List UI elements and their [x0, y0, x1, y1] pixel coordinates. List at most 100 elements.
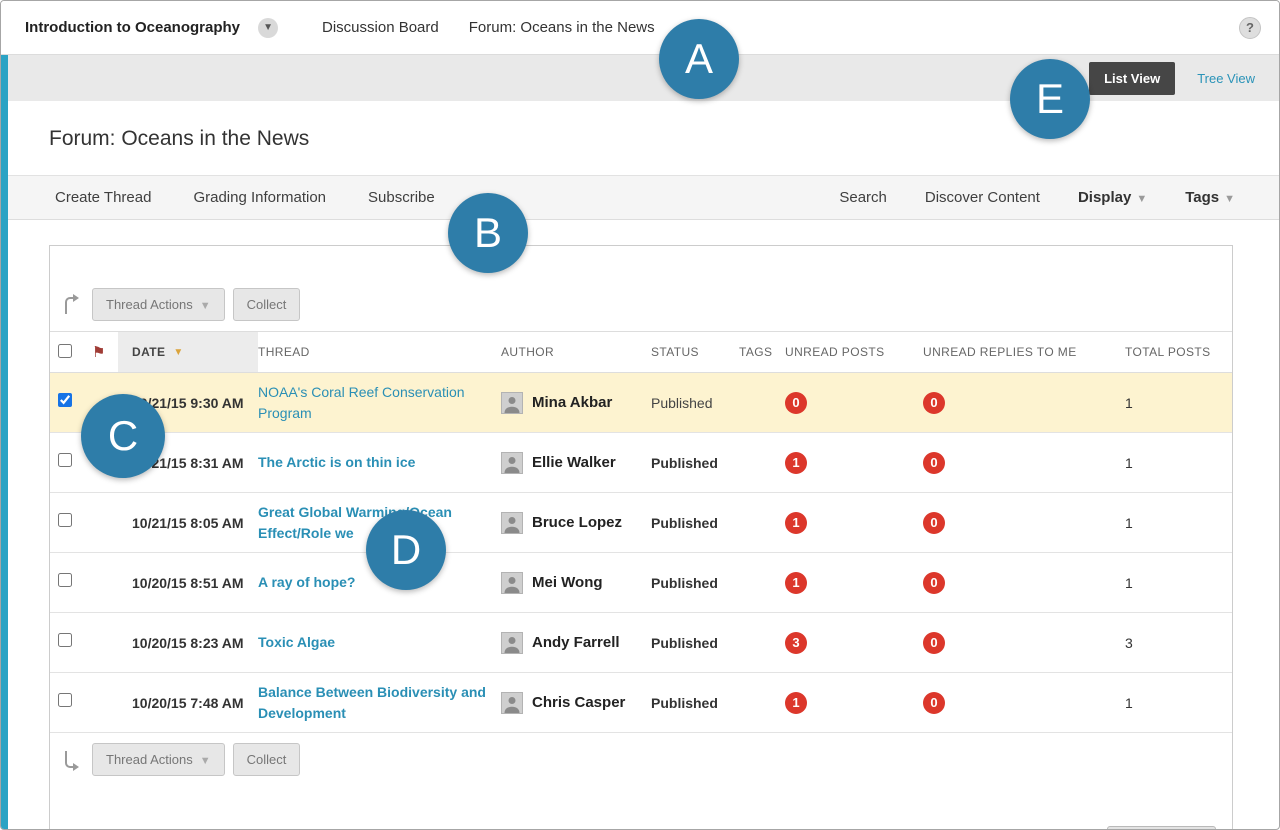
unread-replies-badge[interactable]: 0 — [923, 512, 945, 534]
author-cell: Andy Farrell — [501, 632, 651, 654]
unread-replies-cell: 0 — [923, 452, 1115, 474]
thread-status: Published — [651, 515, 739, 531]
thread-link[interactable]: The Arctic is on thin ice — [258, 452, 429, 472]
callout-d: D — [366, 510, 446, 590]
flag-icon[interactable]: ⚑ — [92, 343, 118, 361]
chevron-down-icon: ▼ — [263, 22, 273, 33]
bottom-toolbar: Thread Actions▼ Collect — [50, 733, 1232, 800]
avatar — [501, 632, 523, 654]
chevron-down-icon: ▼ — [1136, 193, 1147, 205]
grading-information-button[interactable]: Grading Information — [193, 189, 326, 206]
total-posts-value: 1 — [1115, 515, 1232, 531]
tree-view-link[interactable]: Tree View — [1197, 71, 1255, 86]
course-title: Introduction to Oceanography — [25, 19, 240, 36]
unread-posts-cell: 1 — [785, 452, 923, 474]
thread-status: Published — [651, 395, 739, 411]
unread-replies-badge[interactable]: 0 — [923, 572, 945, 594]
unread-replies-badge[interactable]: 0 — [923, 452, 945, 474]
unread-posts-badge[interactable]: 0 — [785, 392, 807, 414]
unread-replies-badge[interactable]: 0 — [923, 392, 945, 414]
callout-c: C — [81, 394, 165, 478]
thread-link[interactable]: Toxic Algae — [258, 632, 349, 652]
author-cell: Bruce Lopez — [501, 512, 651, 534]
course-menu-button[interactable]: ▼ — [258, 18, 278, 38]
page-title: Forum: Oceans in the News — [49, 127, 1279, 151]
apply-to-selected-arrow-icon — [58, 294, 84, 316]
unread-replies-cell: 0 — [923, 572, 1115, 594]
breadcrumb-forum: Forum: Oceans in the News — [469, 19, 655, 36]
author-cell: Mei Wong — [501, 572, 651, 594]
column-header-tags[interactable]: TAGS — [739, 345, 785, 359]
select-all-checkbox[interactable] — [58, 344, 72, 358]
display-menu[interactable]: Display▼ — [1078, 189, 1147, 206]
breadcrumb-discussion-board[interactable]: Discussion Board — [322, 19, 439, 36]
unread-posts-badge[interactable]: 1 — [785, 452, 807, 474]
unread-posts-cell: 1 — [785, 572, 923, 594]
unread-replies-badge[interactable]: 0 — [923, 632, 945, 654]
discover-content-button[interactable]: Discover Content — [925, 189, 1040, 206]
column-header-unread-posts[interactable]: UNREAD POSTS — [785, 345, 923, 359]
create-thread-button[interactable]: Create Thread — [55, 189, 151, 206]
avatar — [501, 512, 523, 534]
column-header-thread[interactable]: THREAD — [258, 345, 501, 359]
row-checkbox[interactable] — [58, 393, 72, 407]
unread-replies-cell: 0 — [923, 632, 1115, 654]
row-checkbox[interactable] — [58, 693, 72, 707]
thread-row: 10/20/15 7:48 AM Balance Between Biodive… — [50, 673, 1232, 733]
unread-posts-badge[interactable]: 3 — [785, 632, 807, 654]
thread-title-cell: NOAA's Coral Reef Conservation Program — [258, 382, 501, 423]
author-name: Mina Akbar — [532, 394, 612, 411]
thread-link[interactable]: A ray of hope? — [258, 572, 370, 592]
column-header-date[interactable]: DATE▼ — [118, 332, 258, 372]
thread-status: Published — [651, 635, 739, 651]
thread-actions-button[interactable]: Thread Actions▼ — [92, 288, 225, 321]
unread-posts-badge[interactable]: 1 — [785, 512, 807, 534]
thread-date: 10/20/15 8:51 AM — [118, 575, 258, 591]
apply-to-selected-arrow-icon — [58, 749, 84, 771]
select-cell — [58, 693, 92, 712]
edit-paging-button[interactable]: Edit Paging... — [1107, 826, 1216, 830]
select-cell — [58, 513, 92, 532]
thread-link[interactable]: Balance Between Biodiversity and Develop… — [258, 682, 501, 723]
thread-row: 10/20/15 8:23 AM Toxic Algae Andy Farrel… — [50, 613, 1232, 673]
top-header: Introduction to Oceanography ▼ Discussio… — [1, 1, 1279, 55]
author-name: Chris Casper — [532, 694, 625, 711]
list-view-button[interactable]: List View — [1089, 62, 1175, 95]
thread-title-cell: Balance Between Biodiversity and Develop… — [258, 682, 501, 723]
unread-posts-cell: 1 — [785, 692, 923, 714]
thread-link[interactable]: NOAA's Coral Reef Conservation Program — [258, 382, 501, 423]
author-cell: Chris Casper — [501, 692, 651, 714]
subscribe-button[interactable]: Subscribe — [368, 189, 435, 206]
discussion-forum-page: Introduction to Oceanography ▼ Discussio… — [0, 0, 1280, 830]
row-checkbox[interactable] — [58, 573, 72, 587]
action-bar: Create Thread Grading Information Subscr… — [1, 175, 1279, 220]
unread-replies-cell: 0 — [923, 392, 1115, 414]
column-header-author[interactable]: AUTHOR — [501, 345, 651, 359]
row-checkbox[interactable] — [58, 513, 72, 527]
total-posts-value: 1 — [1115, 395, 1232, 411]
row-checkbox[interactable] — [58, 453, 72, 467]
collect-button[interactable]: Collect — [233, 743, 301, 776]
unread-posts-cell: 3 — [785, 632, 923, 654]
collect-button[interactable]: Collect — [233, 288, 301, 321]
unread-posts-badge[interactable]: 1 — [785, 692, 807, 714]
unread-replies-badge[interactable]: 0 — [923, 692, 945, 714]
top-toolbar: Thread Actions▼ Collect — [50, 246, 1232, 331]
tags-menu[interactable]: Tags▼ — [1185, 189, 1235, 206]
help-button[interactable]: ? — [1239, 17, 1261, 39]
column-header-unread-replies[interactable]: UNREAD REPLIES TO ME — [923, 345, 1115, 359]
unread-posts-badge[interactable]: 1 — [785, 572, 807, 594]
avatar — [501, 692, 523, 714]
action-bar-right: Search Discover Content Display▼ Tags▼ — [839, 189, 1235, 206]
row-checkbox[interactable] — [58, 633, 72, 647]
column-header-status[interactable]: STATUS — [651, 345, 739, 359]
unread-replies-cell: 0 — [923, 512, 1115, 534]
thread-actions-button[interactable]: Thread Actions▼ — [92, 743, 225, 776]
chevron-down-icon: ▼ — [200, 300, 211, 312]
author-name: Ellie Walker — [532, 454, 616, 471]
select-cell — [58, 633, 92, 652]
author-name: Mei Wong — [532, 574, 603, 591]
avatar — [501, 392, 523, 414]
column-header-total-posts[interactable]: TOTAL POSTS — [1115, 345, 1232, 359]
search-button[interactable]: Search — [839, 189, 887, 206]
